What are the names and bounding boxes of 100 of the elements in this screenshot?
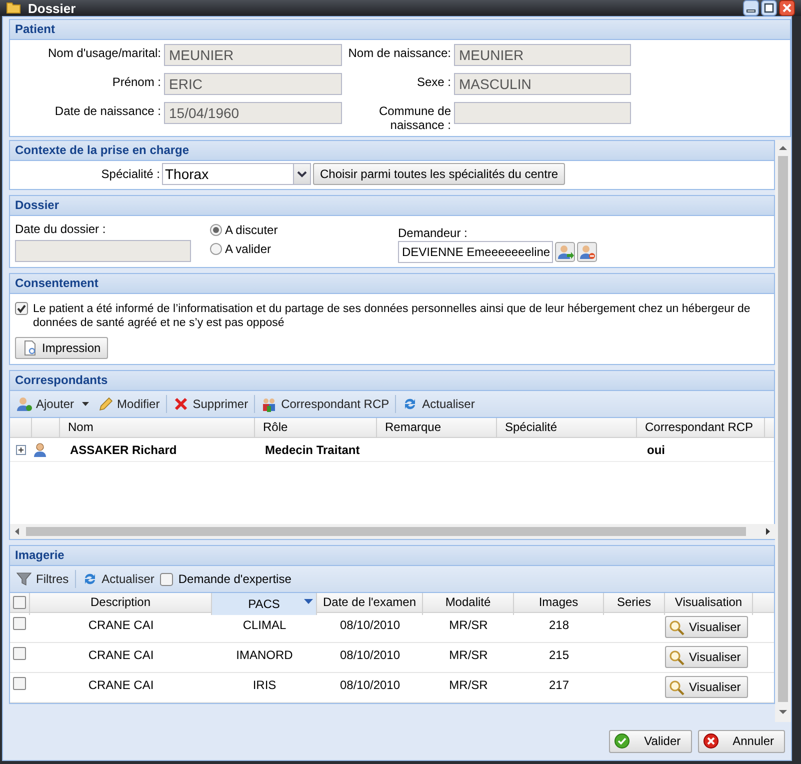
radio-label: A discuter [225, 223, 278, 237]
view-button[interactable]: Visualiser [665, 616, 748, 638]
radio-button[interactable] [210, 224, 222, 236]
checkbox[interactable] [160, 572, 174, 586]
check-icon [614, 733, 630, 749]
minimize-button[interactable] [743, 0, 759, 16]
checkbox-label: Demande d'expertise [178, 572, 292, 586]
consent-text: Le patient a été informé de l’informatisation et du partage de ses données personnelles ainsi que de leur hébergement chez un hébergeur de données de santé agréé et ne s’y est pas opposé [33, 302, 752, 330]
table-cell-text: 218 [548, 617, 570, 632]
table-cell-text: IRIS [252, 677, 278, 692]
field-label: Sexe : [416, 74, 451, 91]
read-only-field: MEUNIER [454, 44, 631, 66]
field-label: Nom de naissance: [347, 45, 451, 62]
field-label: Prénom : [111, 74, 161, 91]
cancel-icon [702, 733, 719, 749]
section-header: Imagerie [10, 546, 774, 566]
section-header: Contexte de la prise en charge [10, 141, 774, 161]
menu-button[interactable]: Ajouter [14, 394, 92, 414]
section-header: Patient [10, 20, 790, 40]
section-header: Consentement [10, 274, 774, 294]
table-cell-text: 08/10/2010 [338, 677, 402, 692]
column-header[interactable]: Remarque [377, 418, 497, 437]
column-header[interactable]: PACS [212, 593, 317, 615]
remove-person-button[interactable] [577, 242, 597, 262]
field-label: Date de naissance : [54, 103, 161, 120]
toolbar-button[interactable]: Actualiser [80, 569, 156, 589]
add-person-icon [16, 396, 32, 412]
expand-icon[interactable] [16, 444, 26, 454]
maximize-button[interactable] [761, 0, 777, 16]
toolbar-button[interactable]: Actualiser [400, 394, 477, 414]
view-button[interactable]: Visualiser [665, 676, 748, 698]
section-header: Dossier [10, 196, 774, 216]
table-cell-text: Medecin Traitant [264, 442, 361, 456]
date-field[interactable] [15, 240, 191, 262]
column-header[interactable]: Images [514, 593, 604, 615]
window-title: Dossier [28, 0, 77, 16]
print-button[interactable]: Impression [15, 337, 108, 359]
magnifier-icon [668, 678, 685, 696]
table-cell-text: CRANE CAI [87, 677, 155, 692]
toolbar-button[interactable]: Modifier [95, 394, 162, 414]
column-header[interactable]: Date de l'examen [317, 593, 423, 615]
table-cell-text: 08/10/2010 [338, 647, 402, 662]
column-header[interactable]: Correspondant RCP [637, 418, 765, 437]
field-label: Commune de naissance : [378, 103, 451, 132]
table-cell-text: MR/SR [448, 617, 489, 632]
choose-specialty-button[interactable]: Choisir parmi toutes les spécialités du centre [313, 163, 566, 185]
column-header[interactable]: Spécialité [497, 418, 637, 437]
caret-icon [82, 402, 90, 406]
magnifier-icon [668, 648, 685, 666]
column-header[interactable]: Series [604, 593, 665, 615]
column-header[interactable]: Nom [60, 418, 255, 437]
specialty-combo[interactable]: Thorax [162, 163, 311, 185]
checkbox[interactable] [13, 647, 26, 660]
table-cell-text: ASSAKER Richard [69, 442, 178, 456]
table-cell-text: oui [646, 442, 666, 456]
vertical-scrollbar[interactable] [775, 140, 791, 722]
person-icon [32, 442, 48, 458]
checkbox[interactable] [15, 302, 28, 315]
table-cell-text: 215 [548, 647, 570, 662]
table-cell-text: CRANE CAI [87, 647, 155, 662]
table-cell-text: IMANORD [235, 647, 294, 662]
read-only-field: MEUNIER [164, 44, 342, 66]
magnifier-icon [668, 618, 685, 636]
toolbar-button[interactable]: Filtres [14, 569, 71, 589]
read-only-field: ERIC [164, 73, 342, 95]
requester-field[interactable]: DEVIENNE Emeeeeeeeline [398, 241, 553, 263]
column-header[interactable]: Visualisation [665, 593, 753, 615]
radio-label: A valider [225, 242, 272, 256]
field-label: Demandeur : [398, 226, 468, 240]
read-only-field: MASCULIN [454, 73, 631, 95]
table-cell-text: CRANE CAI [87, 617, 155, 632]
cancel-button[interactable]: Annuler [698, 730, 785, 752]
table-cell-text: MR/SR [448, 677, 489, 692]
pencil-icon [97, 396, 114, 412]
column-header[interactable]: Modalité [423, 593, 514, 615]
table-cell-text: 08/10/2010 [338, 617, 402, 632]
delete-icon [172, 396, 189, 412]
sort-arrow-icon [304, 599, 313, 605]
field-label: Date du dossier : [15, 222, 107, 236]
radio-button[interactable] [210, 243, 222, 255]
close-button[interactable] [779, 0, 795, 16]
checkbox[interactable] [13, 596, 26, 609]
checkbox[interactable] [13, 617, 26, 630]
read-only-field: 15/04/1960 [164, 102, 342, 124]
table-cell-text: 217 [548, 677, 570, 692]
horizontal-scrollbar[interactable] [10, 524, 775, 539]
group-icon [261, 396, 278, 412]
funnel-icon [16, 571, 32, 587]
view-button[interactable]: Visualiser [665, 646, 748, 668]
column-header[interactable]: Rôle [255, 418, 377, 437]
select-person-button[interactable] [555, 242, 575, 262]
table-cell-text: CLIMAL [242, 617, 288, 632]
field-label: Spécialité : [100, 167, 161, 181]
field-label: Nom d'usage/marital: [46, 45, 161, 62]
section-header: Correspondants [10, 371, 774, 391]
toolbar-button[interactable]: Supprimer [170, 394, 250, 414]
validate-button[interactable]: Valider [609, 730, 692, 752]
document-icon [22, 340, 38, 356]
checkbox[interactable] [13, 677, 26, 690]
toolbar-button[interactable]: Correspondant RCP [259, 394, 392, 414]
